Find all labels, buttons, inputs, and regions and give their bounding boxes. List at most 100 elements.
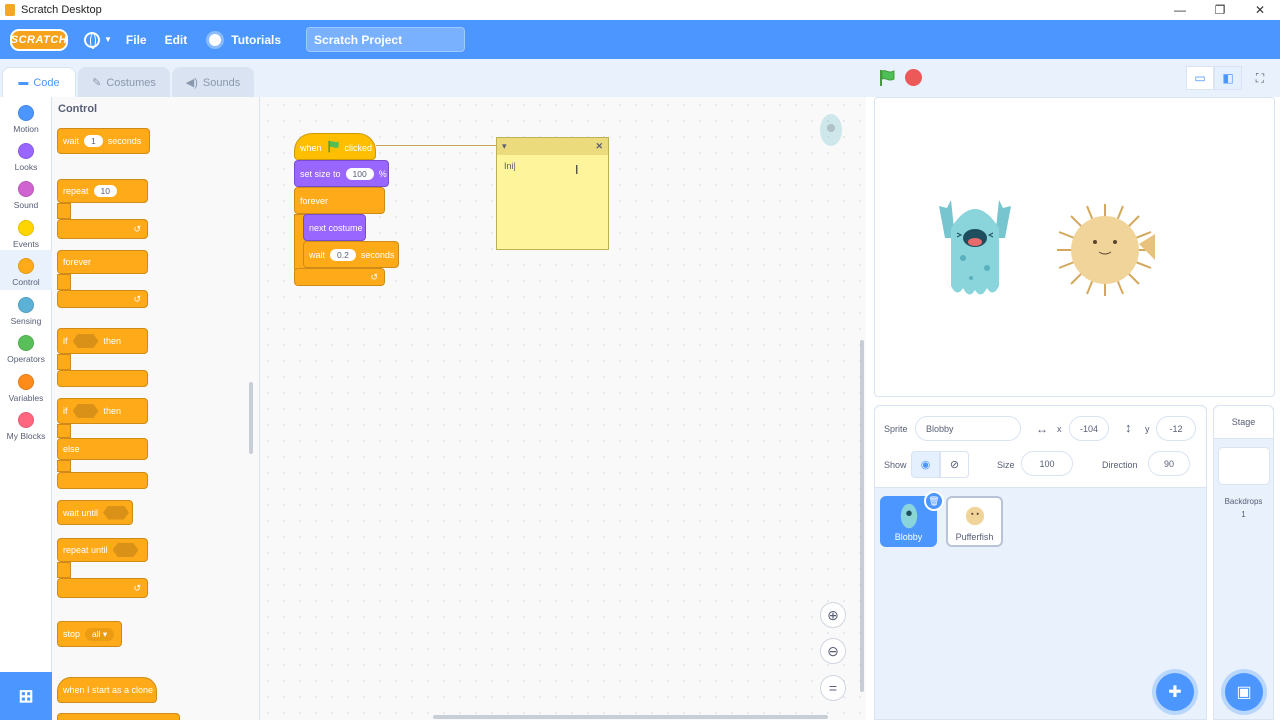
app-icon	[5, 4, 15, 16]
stop-button[interactable]	[905, 69, 922, 86]
condition-slot[interactable]	[72, 334, 99, 348]
forever-block[interactable]: forever	[57, 250, 148, 274]
green-flag-icon[interactable]	[878, 69, 896, 87]
when-clone-hat-block[interactable]: when I start as a clone	[57, 677, 157, 703]
zoom-reset-button[interactable]: =	[820, 675, 846, 701]
category-label: Operators	[7, 354, 45, 364]
y-input[interactable]: -12	[1156, 416, 1196, 441]
wait-until-block[interactable]: wait until	[57, 500, 133, 525]
stop-option: all	[92, 628, 101, 639]
delete-sprite-button[interactable]: 🗑	[924, 491, 944, 511]
pufferfish-sprite[interactable]	[1053, 204, 1157, 296]
direction-input[interactable]: 90	[1148, 451, 1190, 476]
close-icon[interactable]: ✕	[595, 141, 603, 152]
zoom-out-button[interactable]: ⊖	[820, 638, 846, 664]
tab-costumes[interactable]: ✎ Costumes	[78, 67, 170, 97]
tutorials-button[interactable]: Tutorials	[209, 33, 281, 47]
block-text: repeat	[63, 186, 89, 196]
size-input[interactable]: 100	[345, 167, 374, 180]
set-size-block[interactable]: set size to 100 %	[294, 160, 389, 187]
image-plus-icon: ▣	[1236, 684, 1252, 701]
wait-seconds-block[interactable]: wait 0.2 seconds	[303, 241, 399, 268]
comment-note[interactable]: ▾ ✕ Ini|	[496, 137, 609, 250]
backdrops-count: 1	[1241, 510, 1246, 519]
when-flag-clicked-block[interactable]: when clicked	[294, 133, 376, 160]
language-menu[interactable]: ▼	[84, 31, 112, 49]
block-arm	[57, 354, 71, 370]
tab-code[interactable]: ▬ Code	[2, 67, 76, 97]
wait-block[interactable]: wait 1 seconds	[57, 128, 150, 154]
category-control[interactable]: Control	[0, 250, 52, 290]
comment-text[interactable]: Ini|	[497, 155, 608, 177]
condition-slot[interactable]	[103, 505, 130, 520]
category-sound[interactable]: Sound	[0, 177, 52, 215]
cat-plus-icon: ✚	[1168, 684, 1182, 701]
category-label: My Blocks	[6, 431, 46, 441]
category-sensing[interactable]: Sensing	[0, 293, 52, 331]
repeat-until-block[interactable]: repeat until	[57, 538, 148, 562]
small-stage-button[interactable]: ▭	[1186, 66, 1214, 90]
block-text: then	[103, 336, 122, 346]
show-visible-button[interactable]: ◉	[911, 451, 940, 478]
block-arm	[57, 460, 71, 472]
category-label: Variables	[8, 393, 44, 403]
direction-label: Direction	[1102, 460, 1138, 470]
forever-block[interactable]: forever	[294, 187, 385, 214]
operators-dot-icon	[18, 335, 34, 351]
category-variables[interactable]: Variables	[0, 370, 52, 408]
maximize-button[interactable]: ❐	[1200, 0, 1240, 20]
stage-canvas[interactable]	[874, 97, 1275, 397]
stop-dropdown[interactable]: all ▾	[85, 627, 115, 641]
fullscreen-button[interactable]: ⛶	[1246, 66, 1274, 90]
project-title-input[interactable]: Scratch Project	[306, 27, 466, 52]
variables-dot-icon	[18, 374, 34, 390]
add-extension-button[interactable]: ⊞	[0, 672, 52, 720]
close-button[interactable]: ✕	[1240, 0, 1280, 20]
if-then-else-block[interactable]: if then	[57, 398, 148, 424]
collapse-icon[interactable]: ▾	[502, 141, 507, 152]
partial-block[interactable]	[57, 713, 180, 720]
large-stage-button[interactable]: ◧	[1214, 66, 1242, 90]
next-costume-block[interactable]: next costume	[303, 214, 366, 241]
add-backdrop-button[interactable]: ▣	[1225, 673, 1263, 711]
category-events[interactable]: Events	[0, 216, 52, 254]
block-foot	[57, 472, 148, 489]
minimize-button[interactable]: —	[1160, 0, 1200, 20]
file-menu[interactable]: File	[126, 33, 147, 47]
x-input[interactable]: -104	[1069, 416, 1109, 441]
zoom-in-button[interactable]: ⊕	[820, 602, 846, 628]
wait-input[interactable]: 1	[84, 135, 103, 147]
category-my-blocks[interactable]: My Blocks	[0, 408, 52, 446]
repeat-input[interactable]: 10	[93, 185, 117, 197]
if-then-block[interactable]: if then	[57, 328, 148, 354]
workspace-vscrollbar[interactable]	[860, 340, 864, 692]
condition-slot[interactable]	[72, 404, 99, 418]
my-blocks-dot-icon	[18, 412, 34, 428]
backdrops-label: Backdrops	[1224, 497, 1263, 506]
workspace-hscrollbar[interactable]	[433, 715, 828, 719]
block-text: then	[103, 406, 122, 416]
palette-scrollbar[interactable]	[249, 382, 253, 454]
category-motion[interactable]: Motion	[0, 101, 52, 139]
block-text: wait	[309, 249, 326, 260]
sprite-name-input[interactable]: Blobby	[915, 416, 1021, 441]
category-operators[interactable]: Operators	[0, 331, 52, 369]
stop-block[interactable]: stop all ▾	[57, 621, 122, 647]
sprite-card-pufferfish[interactable]: Pufferfish	[946, 496, 1003, 547]
edit-menu[interactable]: Edit	[165, 33, 188, 47]
category-menu: Motion Looks Sound Events Control Sensin…	[0, 97, 52, 720]
scratch-logo[interactable]: SCRATCH	[10, 28, 68, 51]
show-hidden-button[interactable]: ⊘	[940, 451, 969, 478]
block-text: else	[63, 444, 80, 454]
motion-dot-icon	[18, 105, 34, 121]
tab-sounds[interactable]: ◀) Sounds	[172, 67, 254, 97]
stage-thumbnail[interactable]	[1217, 447, 1270, 485]
category-looks[interactable]: Looks	[0, 139, 52, 177]
condition-slot[interactable]	[112, 543, 139, 557]
blobby-sprite[interactable]	[937, 198, 1013, 302]
repeat-block[interactable]: repeat 10	[57, 179, 148, 203]
wait-input[interactable]: 0.2	[330, 248, 356, 261]
block-text: seconds	[360, 249, 395, 260]
add-sprite-button[interactable]: ✚	[1156, 673, 1194, 711]
size-input[interactable]: 100	[1021, 451, 1073, 476]
